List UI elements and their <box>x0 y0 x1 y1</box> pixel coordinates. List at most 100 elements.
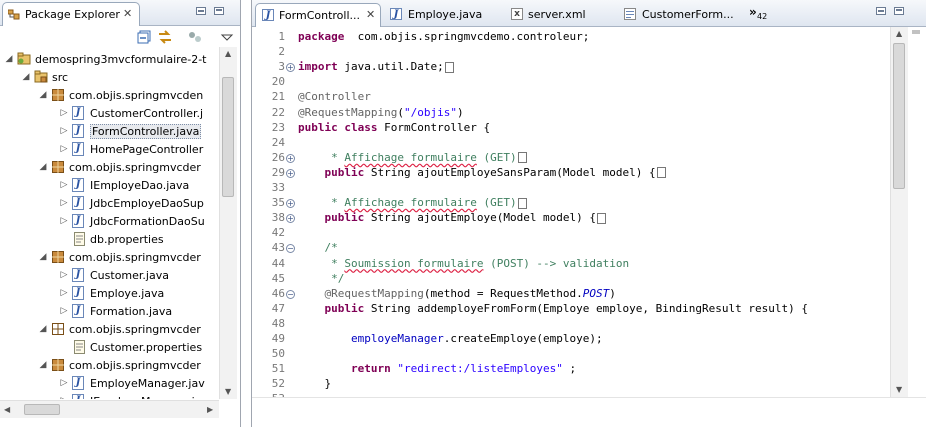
tree-item[interactable]: ▷ J JdbcFormationDaoSu <box>0 213 219 231</box>
collapse-all-icon[interactable] <box>137 30 151 44</box>
code-line[interactable]: * Affichage formulaire (GET) <box>298 196 527 209</box>
collapse-fold-icon[interactable]: − <box>286 244 295 254</box>
collapse-arrow-icon[interactable]: ◢ <box>38 360 48 370</box>
collapse-fold-icon[interactable]: − <box>286 289 295 299</box>
tree-item[interactable]: ▷ J IEmployeDao.java <box>0 177 219 195</box>
code-line[interactable]: package com.objis.springmvcdemo.controle… <box>298 30 589 43</box>
code-line[interactable]: employeManager.createEmploye(employe); <box>298 332 603 345</box>
properties-file-icon <box>72 340 86 354</box>
tab-server-xml[interactable]: x server.xml <box>505 3 617 27</box>
tab-customer-form[interactable]: CustomerForm... <box>618 3 738 27</box>
minimize-icon[interactable] <box>876 7 886 15</box>
code-line[interactable]: public String ajoutEmployeSansParam(Mode… <box>298 166 666 179</box>
tree-item[interactable]: ▷ J EmployeManager.jav <box>0 375 219 393</box>
folded-code-icon[interactable] <box>656 167 666 179</box>
expand-fold-icon[interactable]: + <box>286 168 295 178</box>
package-explorer-tab[interactable]: Package Explorer ✕ <box>2 2 140 26</box>
collapse-arrow-icon[interactable]: ◢ <box>38 162 48 172</box>
code-line[interactable]: } <box>298 377 331 390</box>
tree-item[interactable]: ▷ J Employe.java <box>0 285 219 303</box>
minimize-icon[interactable] <box>196 7 206 15</box>
tree-item[interactable]: ▷ J FormController.java <box>0 123 219 141</box>
expand-fold-icon[interactable]: + <box>286 199 295 209</box>
tree-item[interactable]: ▷ J Formation.java <box>0 303 219 321</box>
collapse-arrow-icon[interactable]: ◢ <box>4 54 14 64</box>
code-line[interactable]: /* <box>298 241 338 254</box>
expand-arrow-icon[interactable]: ▷ <box>59 144 69 154</box>
scroll-left-icon[interactable]: ◀ <box>4 405 10 414</box>
code-line[interactable]: * Soumission formulaire (POST) --> valid… <box>298 257 629 270</box>
tree-item[interactable]: db.properties <box>0 231 219 249</box>
tree-item[interactable]: ▷ J Customer.java <box>0 267 219 285</box>
collapse-arrow-icon[interactable]: ◢ <box>38 90 48 100</box>
editor-vertical-scrollbar[interactable]: ▲ ▼ <box>890 27 908 397</box>
code-line[interactable]: @Controller <box>298 90 371 103</box>
tab-form-controller[interactable]: J FormControll... ✕ <box>255 3 381 27</box>
tab-employe[interactable]: J Employe.java <box>384 3 502 27</box>
tree-horizontal-thumb[interactable] <box>24 404 60 415</box>
tree-item[interactable]: ◢ src <box>0 69 219 87</box>
code-line[interactable]: public String addemployeFromForm(Employe… <box>298 302 808 315</box>
tree-item[interactable]: ◢ com.objis.springmvcder <box>0 159 219 177</box>
folded-code-icon[interactable] <box>597 212 607 224</box>
scroll-down-icon[interactable]: ▼ <box>896 385 902 394</box>
expand-arrow-icon[interactable]: ▷ <box>59 378 69 388</box>
scroll-up-icon[interactable]: ▲ <box>225 49 231 58</box>
view-menu-icon[interactable] <box>220 30 234 44</box>
maximize-icon[interactable] <box>894 7 904 15</box>
folded-code-icon[interactable] <box>517 152 527 164</box>
editor-vertical-thumb[interactable] <box>893 43 905 189</box>
close-icon[interactable]: ✕ <box>123 7 132 20</box>
tree-item[interactable]: ▷J IEmployeManager.jav <box>0 393 219 399</box>
tree-item[interactable]: ▷ J JdbcEmployeDaoSup <box>0 195 219 213</box>
code-line[interactable]: public String ajoutEmploye(Model model) … <box>298 211 607 224</box>
overview-ruler[interactable] <box>908 27 925 397</box>
tree-item[interactable]: ▷ J CustomerController.j <box>0 105 219 123</box>
tree-item[interactable]: ◢ com.objis.springmvcder <box>0 321 219 339</box>
overview-marker[interactable] <box>912 30 920 34</box>
expand-fold-icon[interactable]: + <box>286 63 295 73</box>
expand-fold-icon[interactable]: + <box>286 214 295 224</box>
code-line[interactable]: */ <box>298 272 344 285</box>
expand-arrow-icon[interactable]: ▷ <box>59 198 69 208</box>
close-icon[interactable]: ✕ <box>366 8 375 21</box>
tree-vertical-scrollbar[interactable]: ▲ ▼ <box>219 47 237 399</box>
code-line[interactable]: import java.util.Date; <box>298 60 454 73</box>
focus-icon[interactable] <box>188 30 202 44</box>
code-line[interactable]: @RequestMapping(method = RequestMethod.P… <box>298 287 616 300</box>
java-file-icon: J <box>390 8 402 20</box>
code-line[interactable]: return "redirect:/listeEmployes" ; <box>298 362 576 375</box>
code-line[interactable]: * Affichage formulaire (GET) <box>298 151 527 164</box>
expand-fold-icon[interactable]: + <box>286 153 295 163</box>
tree-item[interactable]: ◢ com.objis.springmvcder <box>0 357 219 375</box>
tab-overflow[interactable]: » 42 <box>749 3 771 23</box>
expand-arrow-icon[interactable]: ▷ <box>59 126 69 136</box>
folded-code-icon[interactable] <box>444 61 454 73</box>
expand-arrow-icon[interactable]: ▷ <box>59 396 69 399</box>
scroll-right-icon[interactable]: ▶ <box>207 405 213 414</box>
link-with-editor-icon[interactable] <box>158 30 172 44</box>
expand-arrow-icon[interactable]: ▷ <box>59 288 69 298</box>
tree-item[interactable]: ◢ demospring3mvcformulaire-2-t <box>0 51 219 69</box>
tree-horizontal-scrollbar[interactable]: ◀ ▶ <box>0 400 219 418</box>
expand-arrow-icon[interactable]: ▷ <box>59 306 69 316</box>
code-line[interactable]: @RequestMapping("/objis") <box>298 106 464 119</box>
tree-item[interactable]: Customer.properties <box>0 339 219 357</box>
scroll-down-icon[interactable]: ▼ <box>225 387 231 396</box>
expand-arrow-icon[interactable]: ▷ <box>59 108 69 118</box>
collapse-arrow-icon[interactable]: ◢ <box>21 72 31 82</box>
scroll-up-icon[interactable]: ▲ <box>896 29 902 38</box>
tree-vertical-thumb[interactable] <box>222 77 234 197</box>
code-line[interactable]: public class FormController { <box>298 121 490 134</box>
code-text-area[interactable]: package com.objis.springmvcdemo.controle… <box>298 27 890 397</box>
expand-arrow-icon[interactable]: ▷ <box>59 216 69 226</box>
tree-item[interactable]: ◢ com.objis.springmvcden <box>0 87 219 105</box>
tree-item[interactable]: ◢ com.objis.springmvcder <box>0 249 219 267</box>
folded-code-icon[interactable] <box>517 197 527 209</box>
maximize-icon[interactable] <box>214 7 224 15</box>
expand-arrow-icon[interactable]: ▷ <box>59 270 69 280</box>
collapse-arrow-icon[interactable]: ◢ <box>38 252 48 262</box>
expand-arrow-icon[interactable]: ▷ <box>59 180 69 190</box>
collapse-arrow-icon[interactable]: ◢ <box>38 324 48 334</box>
tree-item[interactable]: ▷ J HomePageController <box>0 141 219 159</box>
